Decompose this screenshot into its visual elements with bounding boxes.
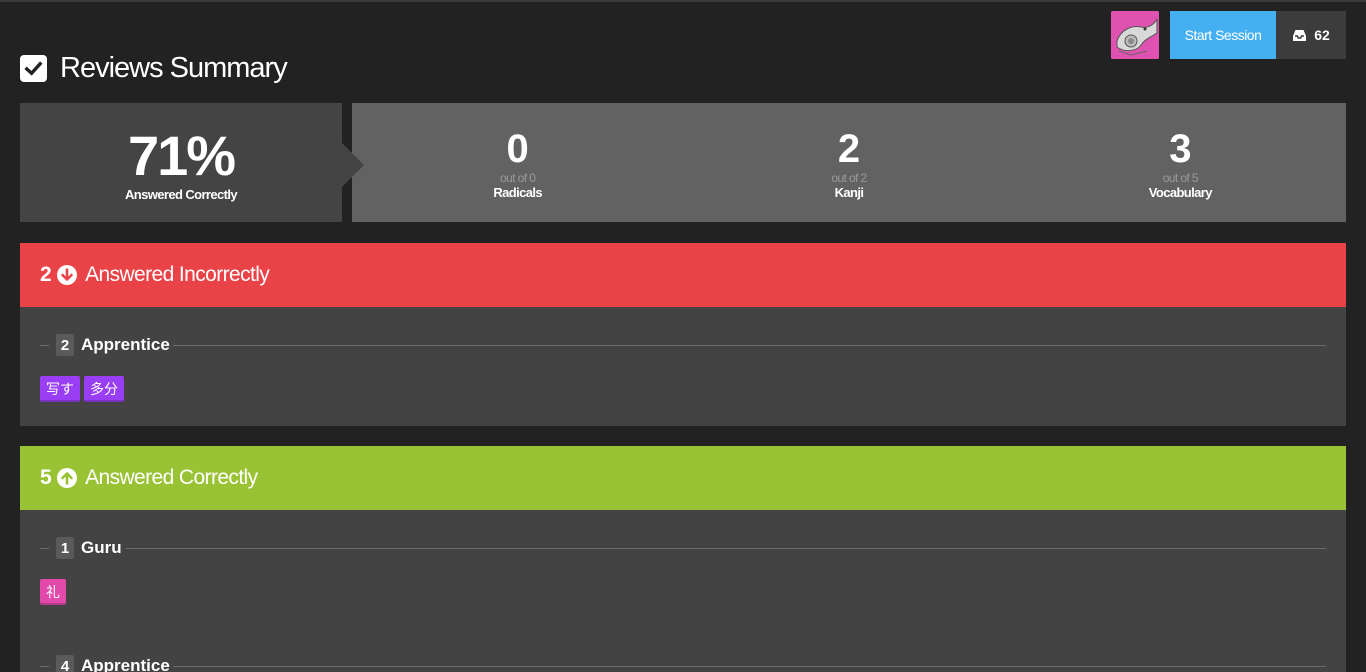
vocabulary-item[interactable]: 写す [40, 376, 80, 402]
page-title-text: Reviews Summary [60, 51, 288, 84]
kanji-outof: out of 2 [831, 171, 867, 185]
correct-count: 5 [40, 466, 52, 489]
incorrect-count: 2 [40, 263, 52, 286]
arrow-down-circle-icon [57, 265, 78, 285]
correct-items: 礼 [40, 579, 66, 605]
correct-label: Answered Correctly [85, 466, 258, 489]
radicals-value: 0 [506, 127, 529, 171]
kanji-item[interactable]: 礼 [40, 579, 66, 605]
vocabulary-label: Vocabulary [1148, 185, 1213, 200]
stat-kanji: 2 out of 2 Kanji [683, 103, 1014, 222]
kanji-label: Kanji [834, 185, 864, 200]
stat-percent-panel: 71% Answered Correctly [20, 103, 342, 222]
vocabulary-item[interactable]: 多分 [84, 376, 124, 402]
srs-group-count: 4 [56, 655, 74, 672]
incorrect-body: 2 Apprentice 写す 多分 [20, 307, 1346, 426]
srs-group-count: 2 [56, 334, 74, 356]
inbox-count: 62 [1314, 27, 1330, 43]
srs-group-label: 4 Apprentice [56, 654, 170, 672]
srs-group-count: 1 [56, 537, 74, 559]
incorrect-label: Answered Incorrectly [85, 263, 270, 286]
srs-divider-left [40, 345, 49, 346]
srs-group-apprentice: 4 Apprentice [20, 654, 1346, 672]
correct-body: 1 Guru 礼 4 Apprentice [20, 510, 1346, 672]
srs-divider-right [173, 345, 1326, 346]
stats-bar: 71% Answered Correctly 0 out of 0 Radica… [20, 103, 1346, 222]
window-top-border [0, 0, 1366, 2]
vocabulary-value: 3 [1169, 127, 1192, 171]
srs-group-name: Apprentice [81, 656, 170, 672]
correct-header[interactable]: 5 Answered Correctly [20, 446, 1346, 510]
inbox-button[interactable]: 62 [1276, 11, 1346, 59]
arrow-up-circle-icon [57, 468, 78, 488]
srs-group-name: Guru [81, 538, 122, 557]
inbox-icon [1293, 29, 1307, 41]
incorrect-items: 写す 多分 [40, 376, 124, 402]
srs-group-label: 1 Guru [56, 536, 122, 560]
percent-label: Answered Correctly [124, 187, 238, 202]
stat-breakdown: 0 out of 0 Radicals 2 out of 2 Kanji 3 o… [352, 103, 1346, 222]
radicals-outof: out of 0 [500, 171, 536, 185]
srs-divider-left [40, 666, 49, 667]
avatar-image [1111, 11, 1159, 59]
page-title: Reviews Summary [20, 50, 288, 86]
srs-group-apprentice: 2 Apprentice [20, 333, 1346, 357]
stat-radicals: 0 out of 0 Radicals [352, 103, 683, 222]
srs-group-name: Apprentice [81, 335, 170, 354]
checkbox-icon [20, 54, 47, 82]
srs-group-guru: 1 Guru [20, 536, 1346, 560]
radicals-label: Radicals [493, 185, 542, 200]
vocabulary-outof: out of 5 [1162, 171, 1199, 185]
stat-arrow [342, 143, 364, 187]
percent-correct: 71% [127, 124, 236, 187]
start-session-button[interactable]: Start Session [1170, 11, 1276, 59]
srs-divider-left [40, 548, 49, 549]
incorrect-header[interactable]: 2 Answered Incorrectly [20, 243, 1346, 307]
avatar[interactable] [1111, 11, 1159, 59]
srs-divider-right [126, 548, 1326, 549]
stat-vocabulary: 3 out of 5 Vocabulary [1015, 103, 1346, 222]
srs-group-label: 2 Apprentice [56, 333, 170, 357]
header-actions: Start Session 62 [1111, 11, 1346, 59]
srs-divider-right [173, 666, 1326, 667]
kanji-value: 2 [837, 127, 861, 171]
incorrect-section: 2 Answered Incorrectly 2 Apprentice 写す 多… [20, 243, 1346, 426]
correct-section: 5 Answered Correctly 1 Guru 礼 4 Apprenti… [20, 446, 1346, 672]
